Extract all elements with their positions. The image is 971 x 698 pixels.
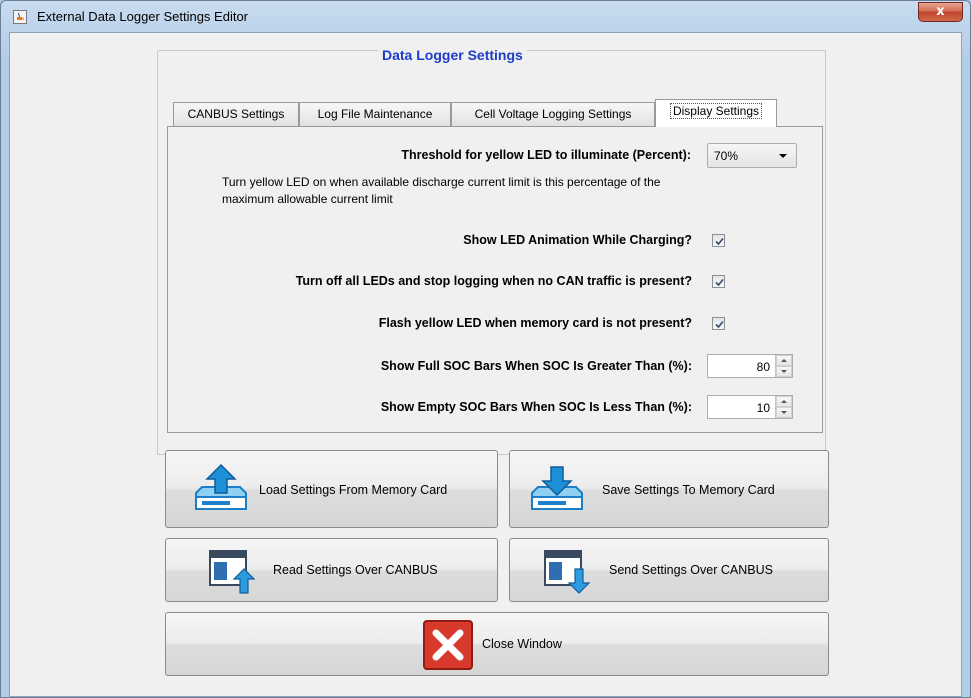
full-soc-spinner[interactable]: 80: [707, 354, 793, 378]
empty-soc-spinner[interactable]: 10: [707, 395, 793, 419]
leds-off-checkbox[interactable]: [712, 275, 725, 288]
checkmark-icon: [715, 237, 724, 246]
flash-yellow-label: Flash yellow LED when memory card is not…: [378, 316, 692, 330]
spin-up-icon[interactable]: [776, 396, 792, 407]
empty-soc-value: 10: [756, 401, 770, 415]
spinner-buttons: [775, 396, 792, 418]
close-x-icon: [423, 620, 473, 670]
tab-cell-voltage-logging-settings[interactable]: Cell Voltage Logging Settings: [451, 102, 655, 126]
leds-off-label: Turn off all LEDs and stop logging when …: [295, 274, 692, 288]
send-settings-over-canbus-button[interactable]: Send Settings Over CANBUS: [509, 538, 829, 602]
spinner-buttons: [775, 355, 792, 377]
download-memory-card-icon: [531, 466, 583, 510]
checkmark-icon: [715, 320, 724, 329]
close-window-button[interactable]: Close Window: [165, 612, 829, 676]
window-title: External Data Logger Settings Editor: [37, 9, 249, 24]
threshold-combo[interactable]: 70%: [707, 143, 797, 168]
send-canbus-label: Send Settings Over CANBUS: [609, 563, 773, 577]
tab-label: CANBUS Settings: [187, 107, 285, 121]
send-window-icon: [544, 550, 591, 594]
close-window-label: Close Window: [482, 637, 562, 651]
spin-up-icon[interactable]: [776, 355, 792, 366]
spin-down-icon[interactable]: [776, 407, 792, 418]
tab-log-file-maintenance[interactable]: Log File Maintenance: [299, 102, 451, 126]
load-settings-from-memory-card-button[interactable]: Load Settings From Memory Card: [165, 450, 498, 528]
full-soc-label: Show Full SOC Bars When SOC Is Greater T…: [380, 359, 692, 373]
tab-canbus-settings[interactable]: CANBUS Settings: [173, 102, 299, 126]
save-memory-label: Save Settings To Memory Card: [602, 483, 775, 497]
read-canbus-label: Read Settings Over CANBUS: [273, 563, 438, 577]
led-animation-checkbox[interactable]: [712, 234, 725, 247]
java-cup-icon: [13, 10, 27, 24]
spin-down-icon[interactable]: [776, 366, 792, 377]
tab-display-settings[interactable]: Display Settings: [655, 99, 777, 127]
load-memory-label: Load Settings From Memory Card: [259, 483, 448, 497]
threshold-description-line1: Turn yellow LED on when available discha…: [222, 175, 661, 189]
read-settings-over-canbus-button[interactable]: Read Settings Over CANBUS: [165, 538, 498, 602]
threshold-description-line2: maximum allowable current limit: [222, 192, 393, 206]
led-animation-label: Show LED Animation While Charging?: [463, 233, 692, 247]
chevron-down-icon: [779, 154, 787, 158]
tab-label: Display Settings: [669, 103, 763, 119]
tab-label: Cell Voltage Logging Settings: [474, 107, 632, 121]
save-settings-to-memory-card-button[interactable]: Save Settings To Memory Card: [509, 450, 829, 528]
close-icon: x: [936, 4, 945, 19]
upload-memory-card-icon: [195, 463, 247, 510]
empty-soc-label: Show Empty SOC Bars When SOC Is Less Tha…: [380, 400, 692, 414]
window-close-button[interactable]: x: [918, 2, 963, 22]
threshold-value: 70%: [714, 149, 739, 163]
full-soc-value: 80: [756, 360, 770, 374]
read-window-icon: [209, 550, 256, 594]
title-bar[interactable]: External Data Logger Settings Editor x: [1, 1, 970, 33]
checkmark-icon: [715, 278, 724, 287]
flash-yellow-checkbox[interactable]: [712, 317, 725, 330]
group-title: Data Logger Settings: [378, 47, 527, 63]
tab-label: Log File Maintenance: [317, 107, 433, 121]
threshold-label: Threshold for yellow LED to illuminate (…: [401, 148, 691, 162]
